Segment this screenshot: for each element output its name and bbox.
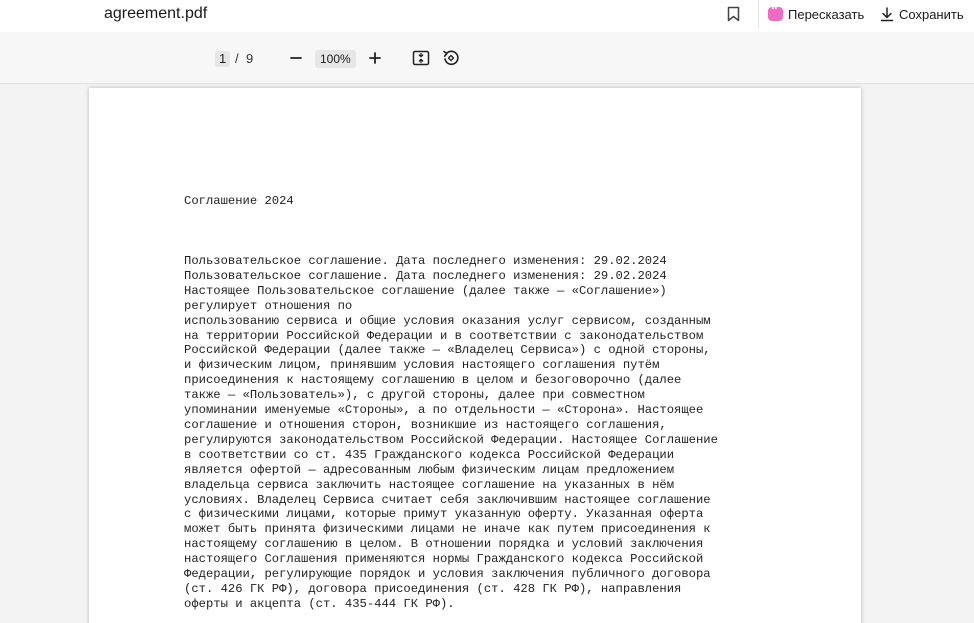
document-line: может быть принята физическими лицами не… xyxy=(184,522,711,537)
document-line: Пользовательское соглашение. Дата послед… xyxy=(184,254,667,268)
document-line: Федерации, регулирующие порядок и услови… xyxy=(184,567,711,582)
document-line: Настоящее Пользовательское соглашение (д… xyxy=(184,283,667,298)
document-line: оферты и акцепта (ст. 435-444 ГК РФ). xyxy=(184,596,455,611)
plus-icon xyxy=(369,52,381,64)
document-line: упоминании именуемые «Стороны», а по отд… xyxy=(184,403,704,418)
document-line: владельца сервиса заключить настоящее со… xyxy=(184,477,675,492)
rotate-button[interactable] xyxy=(440,47,462,69)
document-line: (ст. 426 ГК РФ), договора присоединения … xyxy=(184,581,682,596)
document-line: настоящего Соглашения применяются нормы … xyxy=(184,552,704,567)
pdf-toolbar: 1 / 9 100% xyxy=(0,32,974,84)
document-line: является офертой — адресованным любым фи… xyxy=(184,462,675,477)
total-pages: 9 xyxy=(246,51,254,66)
document-line: условиях. Владелец Сервиса считает себя … xyxy=(184,492,711,507)
document-line: настоящему соглашению в целом. В отношен… xyxy=(184,537,704,552)
document-line: использованию сервиса и общие условия ок… xyxy=(184,313,711,328)
pdf-page: Соглашение 2024 Пользовательское соглаше… xyxy=(89,88,861,623)
save-button[interactable]: Сохранить xyxy=(880,3,964,25)
bookmark-icon xyxy=(727,6,739,22)
zoom-level[interactable]: 100% xyxy=(315,50,356,68)
current-page-input[interactable]: 1 xyxy=(215,51,231,67)
document-body: Пользовательское соглашение. Дата послед… xyxy=(184,254,718,612)
rotate-icon xyxy=(443,50,459,66)
document-title: Соглашение 2024 xyxy=(184,194,294,208)
title-bar: agreement.pdf Пересказать Сохранить xyxy=(0,0,974,32)
retell-button[interactable]: Пересказать xyxy=(768,3,864,25)
save-label: Сохранить xyxy=(899,6,964,22)
document-line: регулируются законодательством Российско… xyxy=(184,432,718,447)
document-line: с физическими лицами, которые примут ука… xyxy=(184,507,704,522)
page-separator: / xyxy=(235,51,239,66)
retell-icon xyxy=(768,4,783,21)
fit-page-icon xyxy=(412,50,430,66)
document-line: в соответствии со ст. 435 Гражданского к… xyxy=(184,447,675,462)
file-name: agreement.pdf xyxy=(104,5,208,22)
retell-label: Пересказать xyxy=(788,6,865,22)
titlebar-divider xyxy=(758,0,759,28)
zoom-in-button[interactable] xyxy=(364,47,386,69)
document-line: также — «Пользователь»), с другой сторон… xyxy=(184,388,645,403)
zoom-out-button[interactable] xyxy=(285,47,307,69)
bookmark-button[interactable] xyxy=(724,4,742,24)
document-line: на территории Российской Федерации и в с… xyxy=(184,328,704,343)
document-line: соглашение и отношения сторон, возникшие… xyxy=(184,417,667,432)
document-line: Пользовательское соглашение. Дата послед… xyxy=(184,268,667,283)
fit-page-button[interactable] xyxy=(410,47,432,69)
minus-icon xyxy=(290,57,302,59)
document-line: присоединения к настоящему соглашению в … xyxy=(184,373,682,388)
document-line: Российской Федерации (далее также — «Вла… xyxy=(184,343,711,358)
document-line: регулирует отношения по xyxy=(184,298,353,313)
document-line: и физическим лицом, принявшим условия на… xyxy=(184,358,660,373)
download-icon xyxy=(880,6,894,21)
